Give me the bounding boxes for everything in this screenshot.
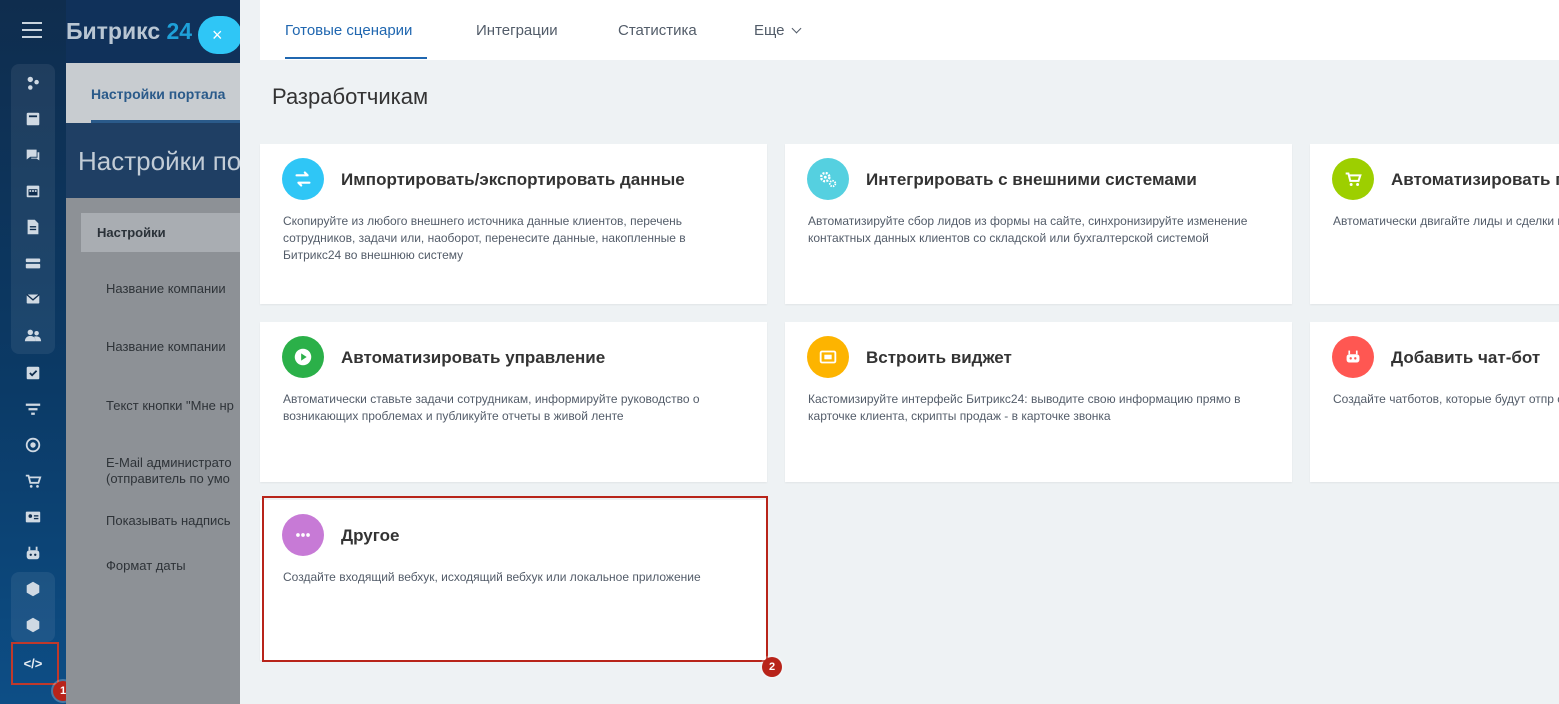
shop-icon[interactable] <box>22 470 44 492</box>
box-icon[interactable] <box>22 578 44 600</box>
livefeed-icon[interactable] <box>22 72 44 94</box>
box-icon-2[interactable] <box>22 614 44 636</box>
cart-icon <box>1332 158 1374 200</box>
card-title: Автоматизировать управление <box>341 348 606 367</box>
setting-label-admin-email-2: (отправитель по умо <box>106 471 230 486</box>
bot-icon <box>1332 336 1374 378</box>
developers-slider: Готовые сценарии Интеграции Статистика Е… <box>240 0 1559 704</box>
settings-header: Настройки <box>81 213 240 252</box>
tab-statistics[interactable]: Статистика <box>618 22 697 39</box>
gears-icon <box>807 158 849 200</box>
card-add-chatbot[interactable]: Добавить чат-бот Создайте чатботов, кото… <box>1310 322 1559 482</box>
card-description: Кастомизируйте интерфейс Битрикс24: выво… <box>808 392 1241 423</box>
highlight-frame-1 <box>11 642 59 685</box>
portal-page-title: Настройки пор <box>78 146 256 176</box>
tab-ready-scenarios[interactable]: Готовые сценарии <box>285 22 412 39</box>
setting-label-company-name-2: Название компании <box>106 339 226 354</box>
close-slider-button[interactable]: × <box>198 16 242 54</box>
contact-card-icon[interactable] <box>22 506 44 528</box>
setting-label-admin-email: E-Mail администрато <box>106 455 232 470</box>
filter-icon[interactable] <box>22 398 44 420</box>
setting-label-show-caption: Показывать надпись <box>106 513 231 528</box>
widget-icon <box>807 336 849 378</box>
drive-icon[interactable] <box>22 252 44 274</box>
card-automate-management[interactable]: Автоматизировать управление Автоматическ… <box>260 322 767 482</box>
calendar-icon[interactable] <box>22 180 44 202</box>
active-tab-underline <box>285 57 427 59</box>
bitrix24-logo: Битрикс 24 <box>66 18 193 44</box>
portal-settings-body <box>66 198 240 704</box>
highlight-frame-2 <box>262 496 768 662</box>
card-title: Импортировать/экспортировать данные <box>341 170 685 189</box>
news-icon[interactable] <box>22 108 44 130</box>
setting-label-date-format: Формат даты <box>106 558 186 573</box>
play-icon <box>282 336 324 378</box>
card-description: Создайте чатботов, которые будут отпр со… <box>1333 392 1559 406</box>
tab-more[interactable]: Еще <box>754 22 801 39</box>
card-description: Автоматически двигайте лиды и сделки пра… <box>1333 214 1559 228</box>
setting-label-company-name: Название компании <box>106 281 226 296</box>
card-import-export[interactable]: Импортировать/экспортировать данные Скоп… <box>260 144 767 304</box>
groups-icon[interactable] <box>22 324 44 346</box>
menu-burger-icon[interactable] <box>22 22 42 38</box>
card-description: Автоматизируйте сбор лидов из формы на с… <box>808 214 1248 245</box>
card-title: Встроить виджет <box>866 348 1012 367</box>
tab-portal-settings[interactable]: Настройки портала <box>91 86 225 102</box>
documents-icon[interactable] <box>22 216 44 238</box>
tab-integrations[interactable]: Интеграции <box>476 22 558 39</box>
bot-icon[interactable] <box>22 542 44 564</box>
card-title: Автоматизировать п <box>1391 170 1559 189</box>
chevron-down-icon <box>791 23 801 34</box>
card-embed-widget[interactable]: Встроить виджет Кастомизируйте интерфейс… <box>785 322 1292 482</box>
card-integrate-systems[interactable]: Интегрировать с внешними системами Автом… <box>785 144 1292 304</box>
chat-icon[interactable] <box>22 144 44 166</box>
setting-label-like-button: Текст кнопки "Мне нр <box>106 398 234 413</box>
card-description: Скопируйте из любого внешнего источника … <box>283 214 686 262</box>
slider-tabs-bar: Готовые сценарии Интеграции Статистика Е… <box>260 0 1559 60</box>
step-badge-2: 2 <box>762 657 782 677</box>
swap-arrows-icon <box>282 158 324 200</box>
card-title: Интегрировать с внешними системами <box>866 170 1197 189</box>
mail-icon[interactable] <box>22 288 44 310</box>
tab-more-label: Еще <box>754 22 785 39</box>
card-description: Автоматически ставьте задачи сотрудникам… <box>283 392 700 423</box>
tasks-icon[interactable] <box>22 362 44 384</box>
left-menu-bar: </> <box>0 0 66 704</box>
target-icon[interactable] <box>22 434 44 456</box>
section-title: Разработчикам <box>272 84 429 109</box>
card-title: Добавить чат-бот <box>1391 348 1541 367</box>
card-automate-sales[interactable]: Автоматизировать п Автоматически двигайт… <box>1310 144 1559 304</box>
